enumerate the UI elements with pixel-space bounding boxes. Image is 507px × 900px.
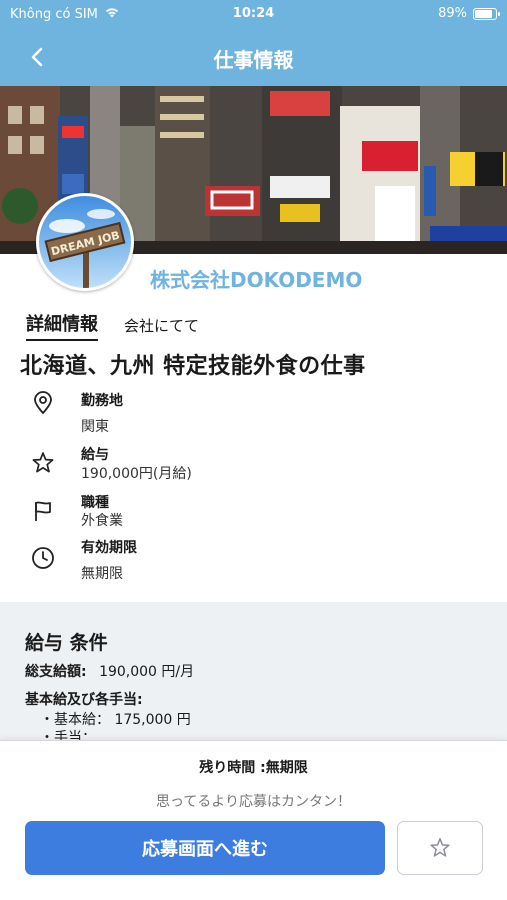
info-row-expiry: 有効期限 無期限 — [30, 537, 470, 585]
status-bar: Không có SIM 10:24 89% — [0, 0, 507, 28]
company-name[interactable]: 株式会社DOKODEMO — [150, 264, 362, 293]
battery-percent: 89% — [438, 6, 467, 21]
star-outline-icon — [430, 838, 450, 857]
job-title: 北海道、九州 特定技能外食の仕事 — [20, 354, 366, 379]
info-label-job-type: 職種 — [81, 495, 109, 511]
battery-icon — [473, 7, 500, 20]
remaining-time: 残り時間 :無期限 — [199, 760, 308, 776]
total-pay-label: 総支給額: — [25, 664, 87, 680]
apply-hint: 思ってるより応募はカンタン！ — [155, 794, 352, 810]
breakdown-label: 基本給及び各手当: — [25, 692, 143, 708]
location-pin-icon — [30, 390, 56, 416]
flag-icon — [30, 498, 56, 524]
favorite-button[interactable] — [397, 821, 483, 875]
battery-group: 89% — [438, 6, 500, 21]
info-row-salary: 給与 190,000円(月給) — [30, 444, 470, 484]
apply-bottom-sheet: 残り時間 :無期限 思ってるより応募はカンタン！ 応募画面へ進む — [0, 740, 507, 900]
tab-details[interactable]: 詳細情報 — [26, 310, 98, 341]
tab-bar: 詳細情報 会社にてて — [26, 310, 199, 341]
page-title: 仕事情報 — [213, 48, 294, 72]
nav-bar: 仕事情報 — [0, 28, 507, 86]
conditions-title: 給与 条件 — [25, 632, 108, 654]
info-label-location: 勤務地 — [81, 393, 123, 409]
info-value-job-type: 外食業 — [81, 513, 123, 529]
apply-button[interactable]: 応募画面へ進む — [25, 821, 385, 875]
info-label-salary: 給与 — [81, 447, 109, 463]
info-row-location: 勤務地 関東 — [30, 390, 470, 438]
base-salary-line: ・基本給： 175,000 円 — [40, 712, 191, 728]
info-value-location: 関東 — [81, 419, 109, 435]
star-outline-icon — [30, 450, 56, 476]
total-pay-line: 総支給額: 190,000 円/月 — [25, 661, 194, 681]
battery-fill — [475, 9, 492, 18]
clock-icon — [30, 545, 56, 571]
info-row-job-type: 職種 外食業 — [30, 492, 470, 532]
info-value-salary: 190,000円(月給) — [81, 466, 192, 482]
tab-company[interactable]: 会社にてて — [124, 315, 199, 341]
company-avatar: DREAM JOB — [36, 193, 134, 291]
total-pay-value: 190,000 円/月 — [99, 664, 195, 680]
info-value-expiry: 無期限 — [81, 566, 123, 582]
info-label-expiry: 有効期限 — [81, 540, 137, 556]
status-time: 10:24 — [232, 6, 275, 21]
